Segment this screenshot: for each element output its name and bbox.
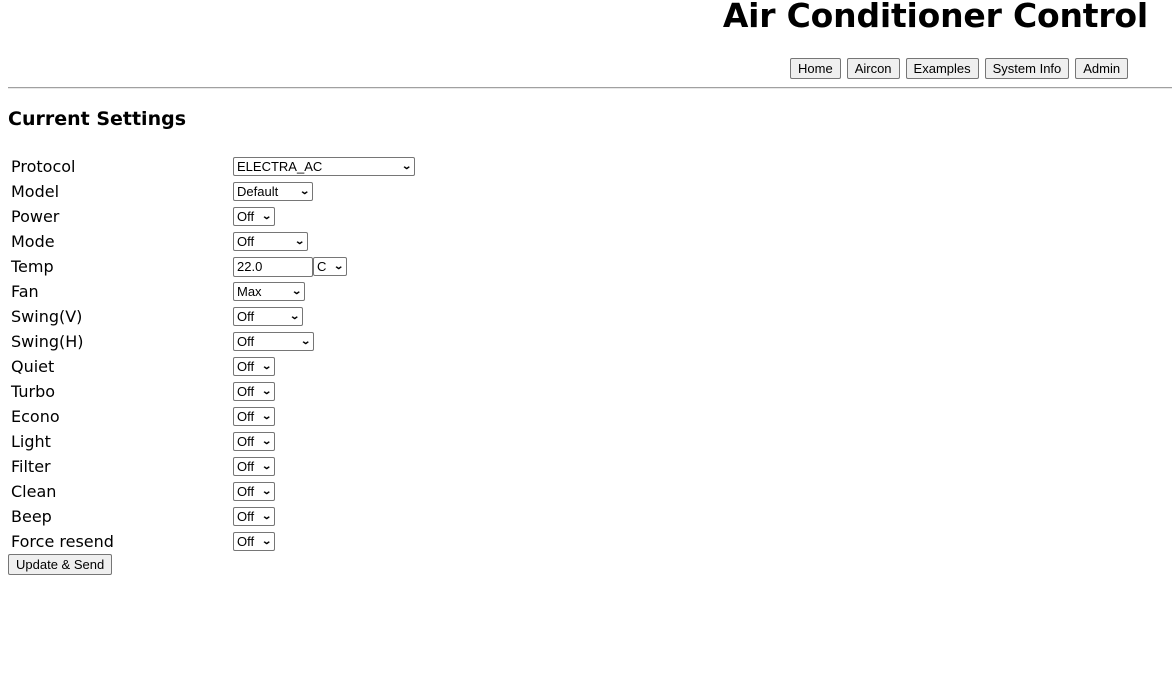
quiet-select[interactable]: Off ⌄: [233, 357, 275, 376]
power-label: Power: [11, 207, 60, 226]
swingh-value: Off: [237, 334, 255, 349]
nav-home-button[interactable]: Home: [790, 58, 841, 79]
model-label: Model: [11, 182, 60, 201]
protocol-select[interactable]: ELECTRA_AC ⌄: [233, 157, 415, 176]
chevron-down-icon: ⌄: [260, 411, 272, 422]
setting-row-beep: Beep Off ⌄: [11, 504, 415, 529]
setting-row-power: Power Off ⌄: [11, 204, 415, 229]
chevron-down-icon: ⌄: [400, 161, 412, 172]
mode-value: Off: [237, 234, 255, 249]
setting-row-clean: Clean Off ⌄: [11, 479, 415, 504]
beep-select[interactable]: Off ⌄: [233, 507, 275, 526]
chevron-down-icon: ⌄: [293, 236, 305, 247]
turbo-value: Off: [237, 384, 255, 399]
turbo-label: Turbo: [11, 382, 56, 401]
chevron-down-icon: ⌄: [290, 286, 302, 297]
chevron-down-icon: ⌄: [299, 336, 311, 347]
chevron-down-icon: ⌄: [260, 211, 272, 222]
swingv-select[interactable]: Off ⌄: [233, 307, 303, 326]
force-resend-select[interactable]: Off ⌄: [233, 532, 275, 551]
setting-row-quiet: Quiet Off ⌄: [11, 354, 415, 379]
setting-row-mode: Mode Off ⌄: [11, 229, 415, 254]
clean-value: Off: [237, 484, 255, 499]
turbo-select[interactable]: Off ⌄: [233, 382, 275, 401]
setting-row-fan: Fan Max ⌄: [11, 279, 415, 304]
force-resend-label: Force resend: [11, 532, 114, 551]
econo-select[interactable]: Off ⌄: [233, 407, 275, 426]
setting-row-swingh: Swing(H) Off ⌄: [11, 329, 415, 354]
chevron-down-icon: ⌄: [260, 486, 272, 497]
power-select[interactable]: Off ⌄: [233, 207, 275, 226]
mode-label: Mode: [11, 232, 55, 251]
setting-row-filter: Filter Off ⌄: [11, 454, 415, 479]
update-send-button[interactable]: Update & Send: [8, 554, 113, 575]
filter-label: Filter: [11, 457, 51, 476]
section-title: Current Settings: [8, 108, 187, 130]
setting-row-protocol: Protocol ELECTRA_AC ⌄: [11, 154, 415, 179]
econo-value: Off: [237, 409, 255, 424]
setting-row-turbo: Turbo Off ⌄: [11, 379, 415, 404]
clean-select[interactable]: Off ⌄: [233, 482, 275, 501]
nav-examples-button[interactable]: Examples: [905, 58, 979, 79]
chevron-down-icon: ⌄: [260, 461, 272, 472]
light-select[interactable]: Off ⌄: [233, 432, 275, 451]
beep-label: Beep: [11, 507, 52, 526]
model-select[interactable]: Default ⌄: [233, 182, 313, 201]
setting-row-force-resend: Force resend Off ⌄: [11, 529, 415, 554]
light-label: Light: [11, 432, 51, 451]
divider: [8, 87, 1172, 89]
swingh-select[interactable]: Off ⌄: [233, 332, 314, 351]
protocol-value: ELECTRA_AC: [237, 159, 323, 174]
nav-bar: Home Aircon Examples System Info Admin: [790, 58, 1129, 79]
filter-select[interactable]: Off ⌄: [233, 457, 275, 476]
fan-label: Fan: [11, 282, 39, 301]
chevron-down-icon: ⌄: [298, 186, 310, 197]
beep-value: Off: [237, 509, 255, 524]
light-value: Off: [237, 434, 255, 449]
mode-select[interactable]: Off ⌄: [233, 232, 308, 251]
swingv-value: Off: [237, 309, 255, 324]
setting-row-light: Light Off ⌄: [11, 429, 415, 454]
swingh-label: Swing(H): [11, 332, 84, 351]
power-value: Off: [237, 209, 255, 224]
quiet-label: Quiet: [11, 357, 55, 376]
econo-label: Econo: [11, 407, 60, 426]
force-resend-value: Off: [237, 534, 255, 549]
fan-value: Max: [237, 284, 262, 299]
setting-row-model: Model Default ⌄: [11, 179, 415, 204]
chevron-down-icon: ⌄: [260, 361, 272, 372]
temp-input[interactable]: [233, 256, 313, 277]
filter-value: Off: [237, 459, 255, 474]
temp-label: Temp: [11, 257, 54, 276]
protocol-label: Protocol: [11, 157, 76, 176]
settings-form: Protocol ELECTRA_AC ⌄ Model Default ⌄ Powe…: [11, 154, 415, 554]
quiet-value: Off: [237, 359, 255, 374]
chevron-down-icon: ⌄: [260, 436, 272, 447]
chevron-down-icon: ⌄: [260, 536, 272, 547]
nav-system-info-button[interactable]: System Info: [984, 58, 1070, 79]
fan-select[interactable]: Max ⌄: [233, 282, 305, 301]
clean-label: Clean: [11, 482, 57, 501]
chevron-down-icon: ⌄: [288, 311, 300, 322]
chevron-down-icon: ⌄: [260, 386, 272, 397]
nav-aircon-button[interactable]: Aircon: [846, 58, 900, 79]
chevron-down-icon: ⌄: [260, 511, 272, 522]
chevron-down-icon: ⌄: [332, 261, 344, 272]
nav-admin-button[interactable]: Admin: [1075, 58, 1129, 79]
temp-unit-select[interactable]: C ⌄: [313, 257, 347, 276]
swingv-label: Swing(V): [11, 307, 83, 326]
setting-row-temp: Temp C⌄: [11, 254, 415, 279]
page-title: Air Conditioner Control: [722, 0, 1148, 35]
setting-row-swingv: Swing(V) Off ⌄: [11, 304, 415, 329]
temp-unit-value: C: [317, 259, 327, 274]
setting-row-econo: Econo Off ⌄: [11, 404, 415, 429]
model-value: Default: [237, 184, 279, 199]
